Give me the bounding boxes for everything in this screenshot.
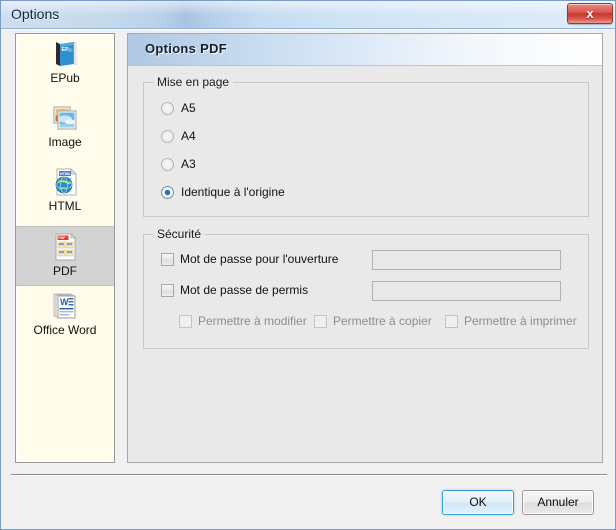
dialog-client-area: EP ub EPub Image HTML HTML PDF PDF W Off… [1,29,615,529]
ok-button[interactable]: OK [442,490,514,515]
cancel-button[interactable]: Annuler [522,490,594,515]
svg-text:ub: ub [68,48,74,53]
category-sidebar[interactable]: EP ub EPub Image HTML HTML PDF PDF W Off… [15,33,115,463]
sidebar-item-html[interactable]: HTML HTML [16,166,114,226]
checkbox-icon[interactable] [161,253,174,266]
radio-icon[interactable] [161,158,174,171]
close-icon: x [586,6,594,21]
sidebar-item-office-word[interactable]: W Office Word [16,290,114,350]
sidebar-item-label: EPub [50,71,80,85]
radio-icon[interactable] [161,102,174,115]
checkbox-icon [314,315,327,328]
allow-print-label: Permettre à imprimer [464,314,577,328]
pdf-document-icon: PDF [49,231,81,263]
window-title: Options [11,6,60,22]
security-group-title: Sécurité [153,227,206,241]
radio-label: A4 [181,129,196,143]
options-panel: Options PDF Mise en page A5 A4 A3 Identi… [127,33,603,463]
permission-password-input[interactable] [372,281,561,301]
sidebar-item-label: Image [48,135,82,149]
sidebar-item-label: HTML [48,199,82,213]
sidebar-item-label: PDF [53,264,77,278]
title-bar[interactable]: Options x [1,1,615,29]
close-button[interactable]: x [567,3,613,24]
image-photos-icon [49,102,81,134]
checkbox-icon[interactable] [161,284,174,297]
page-title: Options PDF [145,41,228,56]
title-bar-glow [1,1,615,15]
svg-text:W: W [60,297,69,307]
radio-label: Identique à l'origine [181,185,285,199]
layout-group: Mise en page A5 A4 A3 Identique à l'orig… [143,75,589,217]
epub-book-icon: EP ub [49,38,81,70]
html-globe-icon: HTML [49,166,81,198]
sidebar-item-pdf[interactable]: PDF PDF [16,226,114,286]
sidebar-item-epub[interactable]: EP ub EPub [16,38,114,98]
radio-label: A3 [181,157,196,171]
allow-copy-label: Permettre à copier [333,314,432,328]
permission-password-label: Mot de passe de permis [180,283,309,297]
radio-label: A5 [181,101,196,115]
checkbox-icon [179,315,192,328]
options-dialog-window: Options x EP ub EPub Image HTML HTML PDF… [0,0,616,530]
open-password-label: Mot de passe pour l'ouverture [180,252,339,266]
panel-header: Options PDF [128,34,602,66]
open-password-input[interactable] [372,250,561,270]
footer-separator [11,474,607,476]
sidebar-item-image[interactable]: Image [16,102,114,162]
allow-modify-label: Permettre à modifier [198,314,307,328]
svg-text:HTML: HTML [60,171,72,176]
sidebar-item-label: Office Word [33,323,97,337]
radio-icon[interactable] [161,130,174,143]
radio-icon-selected[interactable] [161,186,174,199]
checkbox-icon [445,315,458,328]
svg-text:PDF: PDF [58,236,66,240]
security-group: Sécurité Mot de passe pour l'ouverture M… [143,227,589,349]
layout-group-title: Mise en page [153,75,234,89]
word-document-icon: W [49,290,81,322]
